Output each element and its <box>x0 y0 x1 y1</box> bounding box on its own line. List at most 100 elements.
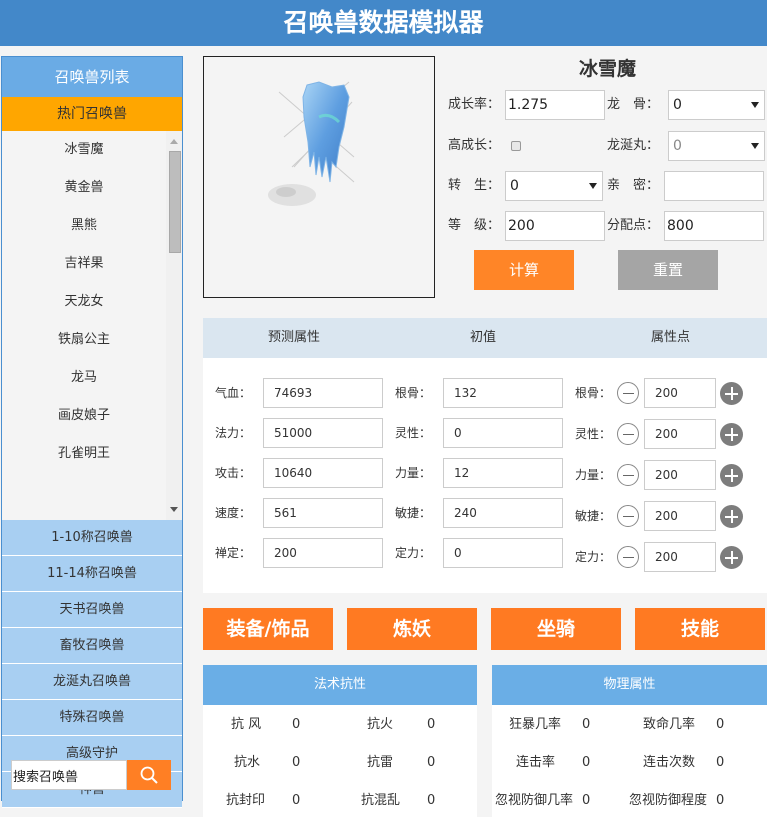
intimacy-input[interactable] <box>664 171 764 201</box>
resist-value: 0 <box>427 793 436 808</box>
dragon-bone-select[interactable]: 0 <box>668 90 765 120</box>
dragon-bone-value: 0 <box>673 97 682 113</box>
pet-list-scrollbar[interactable] <box>166 131 182 520</box>
header-points: 属性点 <box>651 330 691 345</box>
search-input[interactable] <box>11 760 127 790</box>
pet-list-item[interactable]: 铁扇公主 <box>2 321 182 359</box>
resist-value: 0 <box>292 717 301 732</box>
search-row <box>11 760 171 790</box>
dragon-bone-label: 龙 骨： <box>607 97 660 112</box>
plus-icon[interactable] <box>720 423 743 446</box>
pet-list-item[interactable]: 冰雪魔 <box>2 131 182 169</box>
plus-icon[interactable] <box>720 546 743 569</box>
physical-value: 0 <box>716 755 725 770</box>
scroll-down-arrow-icon[interactable] <box>170 507 178 512</box>
physical-label: 狂暴几率 <box>509 717 562 732</box>
points-attr-value[interactable]: 200 <box>644 542 716 572</box>
plus-icon[interactable] <box>720 382 743 405</box>
minus-icon[interactable] <box>617 382 639 404</box>
level-input[interactable]: 200 <box>505 211 605 241</box>
physical-label: 连击次数 <box>643 755 696 770</box>
attributes-header: 预测属性 初值 属性点 <box>203 318 767 358</box>
initial-label: 定力： <box>395 546 432 560</box>
predicted-label: 速度： <box>215 506 252 520</box>
resist-value: 0 <box>292 793 301 808</box>
pet-list-item[interactable]: 画皮娘子 <box>2 397 182 435</box>
physical-label: 致命几率 <box>643 717 696 732</box>
minus-icon[interactable] <box>617 423 639 445</box>
points-attr-value[interactable]: 200 <box>644 378 716 408</box>
magic-resist-title: 法术抗性 <box>203 665 477 705</box>
points-attr-value[interactable]: 200 <box>644 419 716 449</box>
initial-value[interactable]: 240 <box>443 498 563 528</box>
dropdown-arrow-icon <box>589 183 597 189</box>
reset-button[interactable]: 重置 <box>618 250 718 290</box>
points-attr-label: 根骨： <box>575 386 612 400</box>
tab-refine[interactable]: 炼妖 <box>347 608 477 650</box>
points-attr-label: 定力： <box>575 550 612 564</box>
dropdown-arrow-icon <box>751 143 759 149</box>
tab-equipment[interactable]: 装备/饰品 <box>203 608 333 650</box>
pet-sidebar: 召唤兽列表 热门召唤兽 冰雪魔 黄金兽 黑熊 吉祥果 天龙女 铁扇公主 龙马 画… <box>1 56 183 808</box>
initial-value[interactable]: 132 <box>443 378 563 408</box>
predicted-value[interactable]: 200 <box>263 538 383 568</box>
points-attr-value[interactable]: 200 <box>644 501 716 531</box>
tab-mount[interactable]: 坐骑 <box>491 608 621 650</box>
minus-icon[interactable] <box>617 546 639 568</box>
category-item[interactable]: 1-10称召唤兽 <box>2 520 182 556</box>
pet-list-item[interactable]: 黑熊 <box>2 207 182 245</box>
physical-value: 0 <box>582 755 591 770</box>
search-button[interactable] <box>127 760 171 790</box>
initial-value[interactable]: 12 <box>443 458 563 488</box>
initial-label: 灵性： <box>395 426 432 440</box>
growth-input[interactable]: 1.275 <box>505 90 605 120</box>
initial-value[interactable]: 0 <box>443 538 563 568</box>
pet-list-item[interactable]: 吉祥果 <box>2 245 182 283</box>
pet-list-item[interactable]: 龙马 <box>2 359 182 397</box>
minus-icon[interactable] <box>617 464 639 486</box>
minus-icon[interactable] <box>617 505 639 527</box>
pet-list-item[interactable]: 黄金兽 <box>2 169 182 207</box>
high-growth-checkbox[interactable] <box>511 141 521 151</box>
initial-label: 敏捷： <box>395 506 432 520</box>
rebirth-label: 转 生： <box>448 178 501 193</box>
points-input[interactable]: 800 <box>664 211 764 241</box>
category-item[interactable]: 龙涎丸召唤兽 <box>2 664 182 700</box>
category-item[interactable]: 特殊召唤兽 <box>2 700 182 736</box>
pet-list-item[interactable]: 孔雀明王 <box>2 435 182 473</box>
initial-value[interactable]: 0 <box>443 418 563 448</box>
pet-image <box>203 56 435 298</box>
dragon-pill-value: 0 <box>673 138 682 154</box>
resist-value: 0 <box>427 717 436 732</box>
pet-list-item[interactable]: 天龙女 <box>2 283 182 321</box>
intimacy-label: 亲 密： <box>607 178 660 193</box>
hot-pets-tab[interactable]: 热门召唤兽 <box>2 97 182 131</box>
predicted-value[interactable]: 74693 <box>263 378 383 408</box>
rebirth-select[interactable]: 0 <box>505 171 603 201</box>
dragon-pill-label: 龙涎丸： <box>607 138 660 153</box>
tab-skills[interactable]: 技能 <box>635 608 765 650</box>
category-item[interactable]: 11-14称召唤兽 <box>2 556 182 592</box>
initial-label: 力量： <box>395 466 432 480</box>
scroll-thumb[interactable] <box>169 151 181 253</box>
physical-value: 0 <box>582 717 591 732</box>
predicted-value[interactable]: 561 <box>263 498 383 528</box>
resist-label: 抗水 <box>234 755 261 770</box>
plus-icon[interactable] <box>720 505 743 528</box>
resist-label: 抗混乱 <box>361 793 401 808</box>
search-icon <box>140 766 158 784</box>
growth-label: 成长率： <box>448 97 501 112</box>
predicted-label: 攻击： <box>215 466 252 480</box>
category-item[interactable]: 天书召唤兽 <box>2 592 182 628</box>
predicted-value[interactable]: 51000 <box>263 418 383 448</box>
physical-value: 0 <box>716 717 725 732</box>
predicted-value[interactable]: 10640 <box>263 458 383 488</box>
calculate-button[interactable]: 计算 <box>474 250 574 290</box>
scroll-up-arrow-icon[interactable] <box>170 139 178 144</box>
plus-icon[interactable] <box>720 464 743 487</box>
initial-label: 根骨： <box>395 386 432 400</box>
points-attr-value[interactable]: 200 <box>644 460 716 490</box>
category-item[interactable]: 畜牧召唤兽 <box>2 628 182 664</box>
header-initial: 初值 <box>470 330 497 345</box>
dragon-pill-select[interactable]: 0 <box>668 131 765 161</box>
